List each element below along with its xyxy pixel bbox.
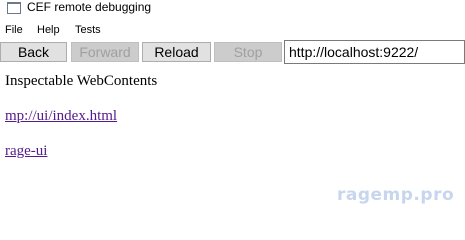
menu-tests[interactable]: Tests bbox=[75, 22, 101, 38]
window-title: CEF remote debugging bbox=[27, 0, 152, 14]
toolbar: Back Forward Reload Stop http://localhos… bbox=[0, 40, 465, 64]
menu-file[interactable]: File bbox=[5, 22, 23, 38]
forward-button[interactable]: Forward bbox=[71, 42, 139, 62]
title-bar: CEF remote debugging bbox=[0, 0, 465, 18]
link-rage-ui[interactable]: rage-ui bbox=[5, 143, 47, 160]
link-ui-index[interactable]: mp://ui/index.html bbox=[5, 108, 117, 125]
stop-button[interactable]: Stop bbox=[214, 42, 282, 62]
back-button[interactable]: Back bbox=[0, 42, 67, 62]
page-content: Inspectable WebContents mp://ui/index.ht… bbox=[0, 64, 465, 217]
window-icon bbox=[7, 2, 21, 14]
menu-help[interactable]: Help bbox=[37, 22, 60, 38]
page-heading: Inspectable WebContents bbox=[5, 73, 158, 89]
watermark-text: ragemp.pro bbox=[337, 185, 455, 205]
reload-button[interactable]: Reload bbox=[142, 42, 211, 62]
menu-bar: File Help Tests bbox=[0, 22, 465, 38]
address-input[interactable]: http://localhost:9222/ bbox=[284, 40, 465, 64]
